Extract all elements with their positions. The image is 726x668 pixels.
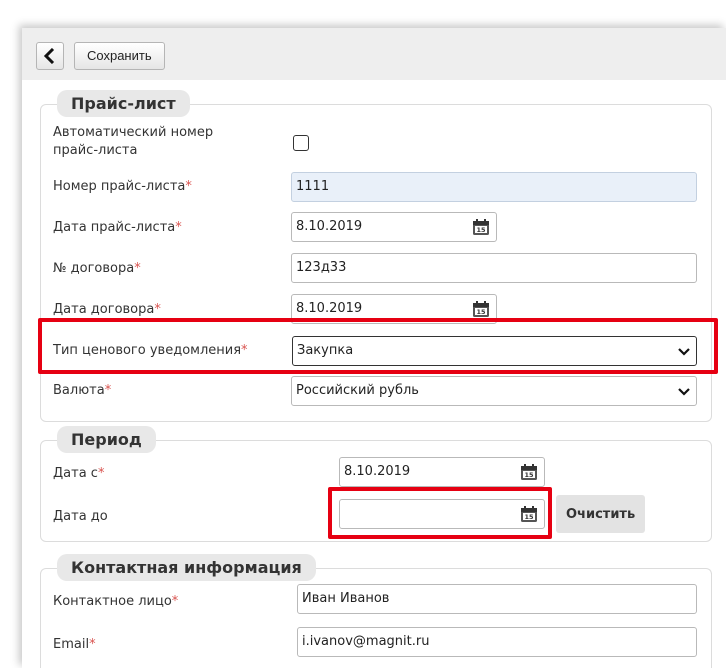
contract-number-input[interactable]: 123д33 xyxy=(291,253,697,283)
notice-type-select[interactable]: Закупка xyxy=(292,336,697,366)
contract-date-label: Дата договора* xyxy=(53,302,161,317)
contract-date-input[interactable]: 8.10.2019 xyxy=(291,294,497,324)
price-list-number-input[interactable]: 1111 xyxy=(291,172,697,202)
contact-person-label: Контактное лицо* xyxy=(53,594,179,609)
currency-select[interactable]: Российский рубль xyxy=(291,376,697,406)
contact-section: Контактная информация Контактное лицо* И… xyxy=(40,554,712,668)
contract-number-label: № договора* xyxy=(53,261,141,276)
calendar-icon[interactable]: 15 xyxy=(520,463,538,481)
price-list-section: Прайс-лист Автоматический номер прайс-ли… xyxy=(40,90,712,422)
notice-type-value: Закупка xyxy=(297,343,354,358)
calendar-icon[interactable]: 15 xyxy=(472,218,490,236)
auto-number-checkbox[interactable] xyxy=(293,135,309,151)
clear-button[interactable]: Очистить xyxy=(556,495,646,533)
calendar-icon[interactable]: 15 xyxy=(472,300,490,318)
save-button[interactable]: Сохранить xyxy=(74,42,165,70)
notice-type-label: Тип ценового уведомления* xyxy=(53,343,248,358)
currency-value: Российский рубль xyxy=(296,383,419,398)
chevron-left-icon xyxy=(43,48,55,64)
calendar-icon[interactable]: 15 xyxy=(520,505,538,523)
form-window: Сохранить Прайс-лист Автоматический номе… xyxy=(22,28,726,668)
svg-text:15: 15 xyxy=(476,308,486,316)
svg-text:15: 15 xyxy=(524,471,534,479)
date-from-input[interactable]: 8.10.2019 xyxy=(339,457,545,487)
price-list-date-input[interactable]: 8.10.2019 xyxy=(291,212,497,242)
section-legend-contact: Контактная информация xyxy=(57,554,316,581)
chevron-down-icon xyxy=(678,388,690,396)
svg-text:15: 15 xyxy=(524,513,534,521)
date-to-label: Дата до xyxy=(53,509,108,524)
email-label: Email* xyxy=(53,637,96,652)
email-input[interactable]: i.ivanov@magnit.ru xyxy=(297,627,697,657)
price-list-date-label: Дата прайс-листа* xyxy=(53,220,182,235)
section-legend-price-list: Прайс-лист xyxy=(57,90,190,117)
contact-person-input[interactable]: Иван Иванов xyxy=(297,584,697,614)
svg-text:15: 15 xyxy=(476,226,486,234)
chevron-down-icon xyxy=(678,348,690,356)
period-section: Период Дата с* 8.10.2019 15 Дата до 15 О… xyxy=(40,426,712,542)
auto-number-label: Автоматический номер прайс-листа xyxy=(53,125,214,158)
back-button[interactable] xyxy=(36,42,64,70)
price-list-number-label: Номер прайс-листа* xyxy=(53,179,192,194)
toolbar: Сохранить xyxy=(22,28,726,80)
date-to-input[interactable] xyxy=(339,499,545,529)
date-from-label: Дата с* xyxy=(53,466,105,481)
currency-label: Валюта* xyxy=(53,383,112,398)
section-legend-period: Период xyxy=(57,426,156,453)
